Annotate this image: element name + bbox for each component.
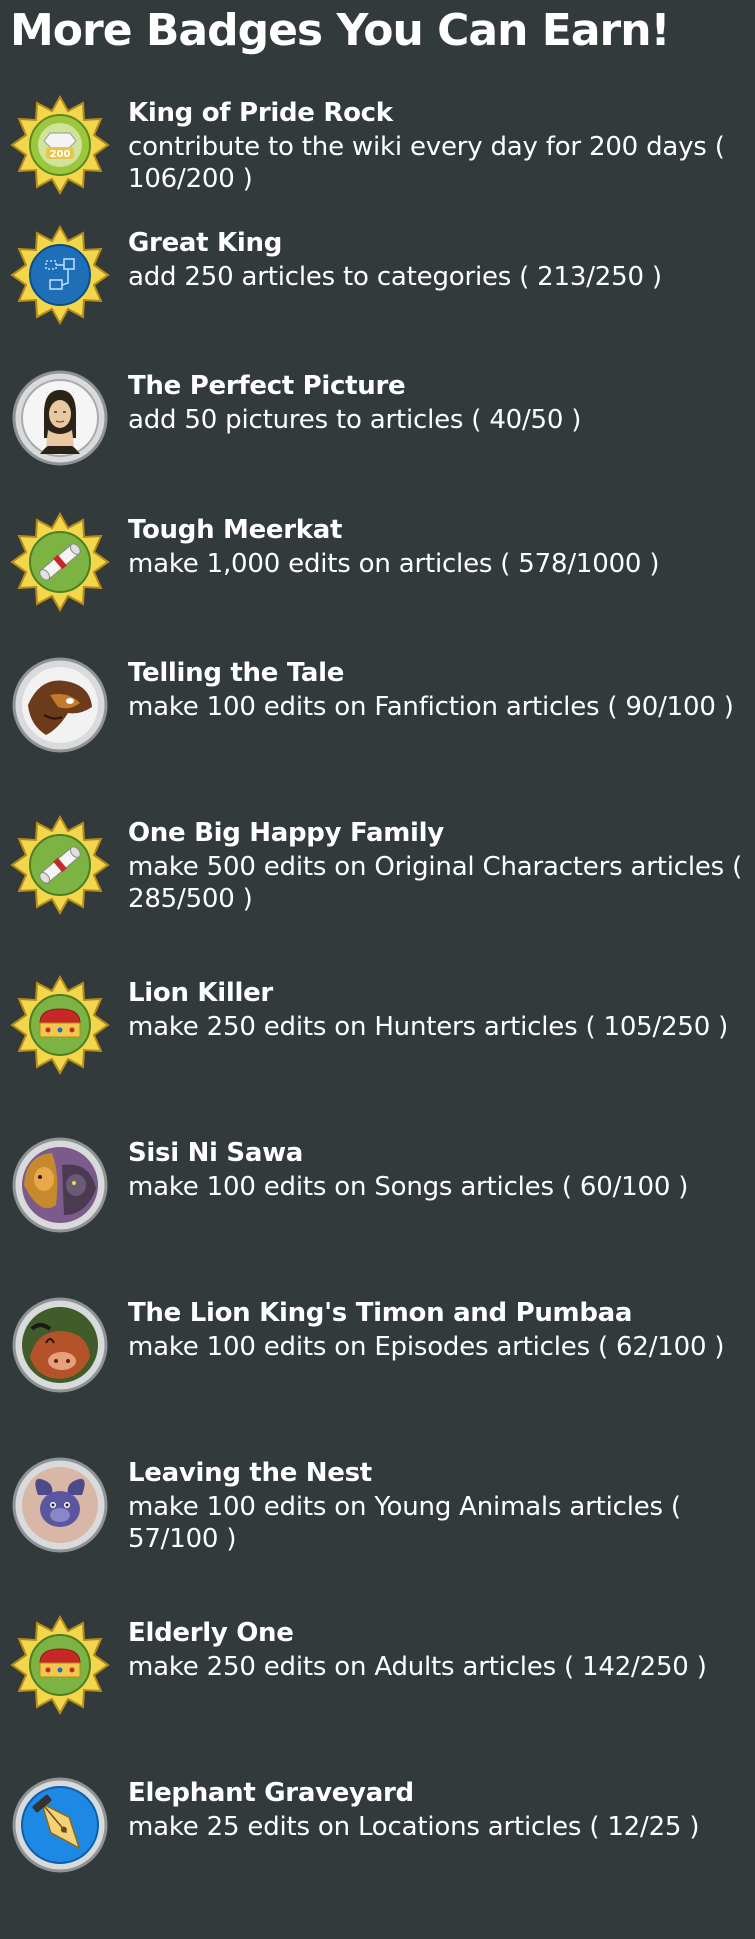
character-portrait-icon (10, 1135, 110, 1235)
starburst-map-icon (10, 225, 110, 325)
starburst-crown-icon (10, 1615, 110, 1715)
badge-name: Leaving the Nest (128, 1458, 372, 1488)
badge-description: make 250 edits on Hunters articles ( 105… (128, 1012, 729, 1042)
starburst-200-icon: 200 (10, 95, 110, 195)
badge-description: make 100 edits on Young Animals articles… (128, 1492, 681, 1554)
badge-description: add 50 pictures to articles ( 40/50 ) (128, 405, 582, 435)
badge-name: Tough Meerkat (128, 515, 343, 545)
badge-name: The Perfect Picture (128, 371, 406, 401)
badge-name: Lion Killer (128, 978, 273, 1008)
badge-name: Great King (128, 228, 283, 258)
badge-name: Sisi Ni Sawa (128, 1138, 304, 1168)
badge-description: make 100 edits on Songs articles ( 60/10… (128, 1172, 689, 1202)
character-portrait-icon (10, 655, 110, 755)
badge-description: add 250 articles to categories ( 213/250… (128, 262, 662, 292)
page-title: More Badges You Can Earn! (10, 5, 671, 56)
svg-text:200: 200 (50, 149, 71, 160)
starburst-crown-icon (10, 975, 110, 1075)
character-portrait-icon (10, 1295, 110, 1395)
badge-name: One Big Happy Family (128, 818, 444, 848)
badge-description: make 100 edits on Fanfiction articles ( … (128, 692, 734, 722)
badge-description: make 100 edits on Episodes articles ( 62… (128, 1332, 725, 1362)
starburst-scroll-icon (10, 815, 110, 915)
badge-description: make 1,000 edits on articles ( 578/1000 … (128, 549, 660, 579)
badge-name: Telling the Tale (128, 658, 345, 688)
badge-description: contribute to the wiki every day for 200… (128, 132, 725, 194)
badge-name: Elephant Graveyard (128, 1778, 414, 1808)
starburst-scroll-icon (10, 512, 110, 612)
badge-name: The Lion King's Timon and Pumbaa (128, 1298, 633, 1328)
badge-name: King of Pride Rock (128, 98, 393, 128)
character-portrait-icon (10, 1455, 110, 1555)
pen-nib-icon (10, 1775, 110, 1875)
badge-description: make 25 edits on Locations articles ( 12… (128, 1812, 700, 1842)
mona-lisa-icon (10, 368, 110, 468)
badge-description: make 250 edits on Adults articles ( 142/… (128, 1652, 707, 1682)
badge-name: Elderly One (128, 1618, 294, 1648)
badge-description: make 500 edits on Original Characters ar… (128, 852, 743, 914)
